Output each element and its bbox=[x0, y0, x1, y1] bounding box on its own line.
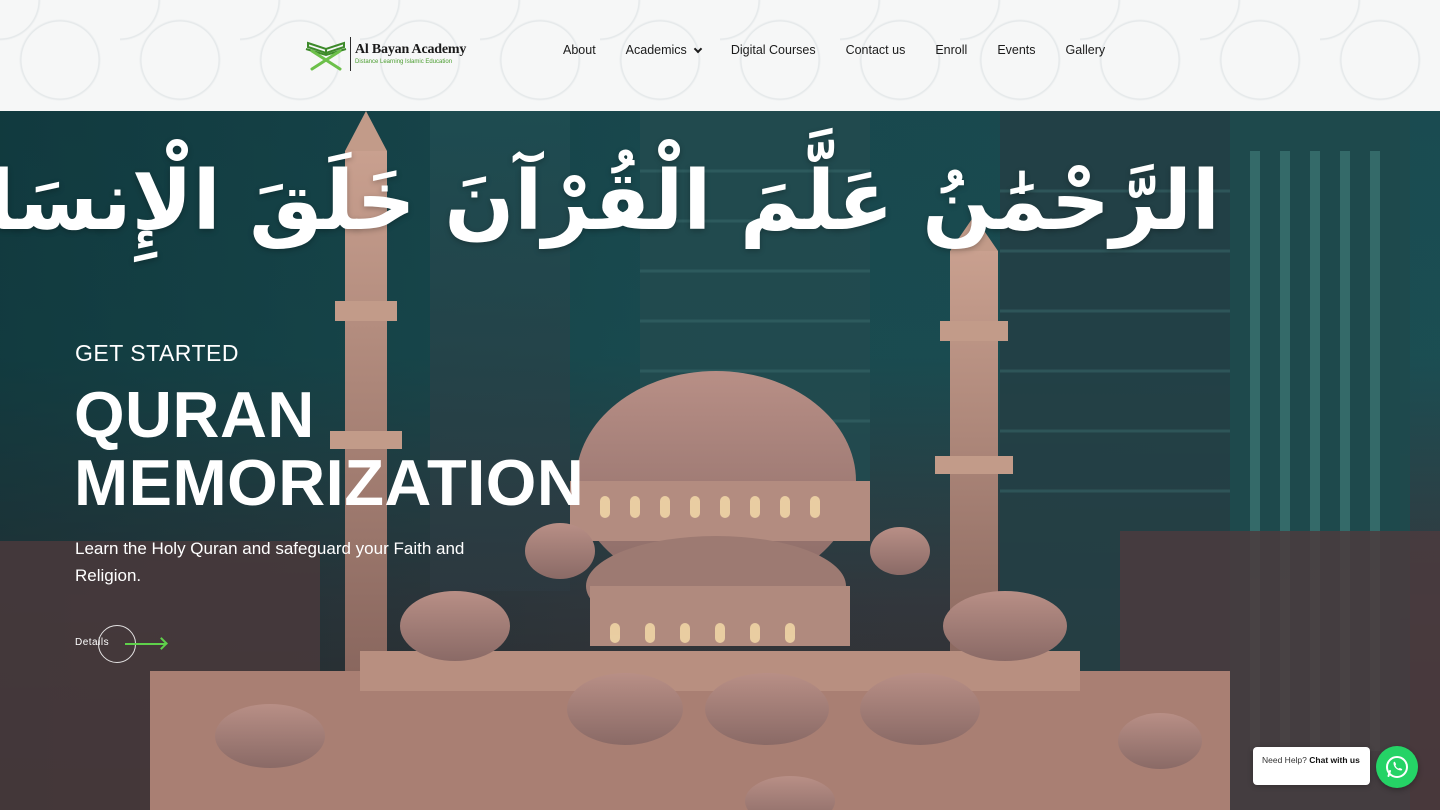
nav-label: Events bbox=[997, 43, 1036, 57]
headline-line-2: MEMORIZATION bbox=[74, 446, 585, 519]
nav-label: Enroll bbox=[935, 43, 968, 57]
hero-subtext: Learn the Holy Quran and safeguard your … bbox=[75, 539, 465, 585]
nav-item-events[interactable]: Events bbox=[997, 43, 1035, 57]
nav-label: Digital Courses bbox=[730, 43, 816, 57]
nav-label: About bbox=[563, 43, 596, 57]
nav-label: Contact us bbox=[845, 43, 906, 57]
hero-headline: QURAN MEMORIZATION bbox=[74, 381, 584, 517]
site-header: Al Bayan Academy Distance Learning Islam… bbox=[0, 0, 1440, 111]
whatsapp-chat-button[interactable] bbox=[1376, 746, 1418, 788]
chat-help-action: Chat with us bbox=[1309, 755, 1360, 765]
nav-item-gallery[interactable]: Gallery bbox=[1066, 43, 1106, 57]
open-book-logo-icon bbox=[304, 35, 348, 73]
nav-item-digital-courses[interactable]: Digital Courses bbox=[731, 43, 816, 57]
nav-label: Gallery bbox=[1065, 43, 1106, 57]
nav-label: Academics bbox=[625, 43, 687, 57]
nav-item-enroll[interactable]: Enroll bbox=[935, 43, 967, 57]
nav-item-contact[interactable]: Contact us bbox=[846, 43, 906, 57]
main-nav: About Academics Digital Courses Contact … bbox=[563, 41, 1105, 59]
site-logo[interactable]: Al Bayan Academy Distance Learning Islam… bbox=[304, 34, 474, 74]
chat-help-bubble[interactable]: Need Help? Chat with us bbox=[1253, 747, 1370, 785]
logo-divider bbox=[350, 37, 351, 71]
headline-line-1: QURAN bbox=[74, 378, 315, 451]
nav-item-academics[interactable]: Academics bbox=[625, 43, 703, 57]
nav-item-about[interactable]: About bbox=[563, 43, 596, 57]
brand-tagline: Distance Learning Islamic Education bbox=[355, 59, 453, 65]
brand-name: Al Bayan Academy bbox=[355, 42, 467, 57]
details-button[interactable]: Details bbox=[75, 624, 175, 664]
arrow-right-icon bbox=[125, 643, 165, 645]
chevron-down-icon bbox=[693, 44, 703, 53]
arabic-calligraphy-verse: الرَّحْمَٰنُ عَلَّمَ الْقُرْآنَ خَلَقَ ا… bbox=[0, 154, 1220, 249]
whatsapp-icon bbox=[1386, 756, 1408, 778]
hero-eyebrow: GET STARTED bbox=[75, 340, 239, 366]
hero-section: الرَّحْمَٰنُ عَلَّمَ الْقُرْآنَ خَلَقَ ا… bbox=[0, 111, 1440, 810]
chat-help-prefix: Need Help? bbox=[1262, 755, 1307, 765]
details-label: Details bbox=[75, 637, 110, 648]
